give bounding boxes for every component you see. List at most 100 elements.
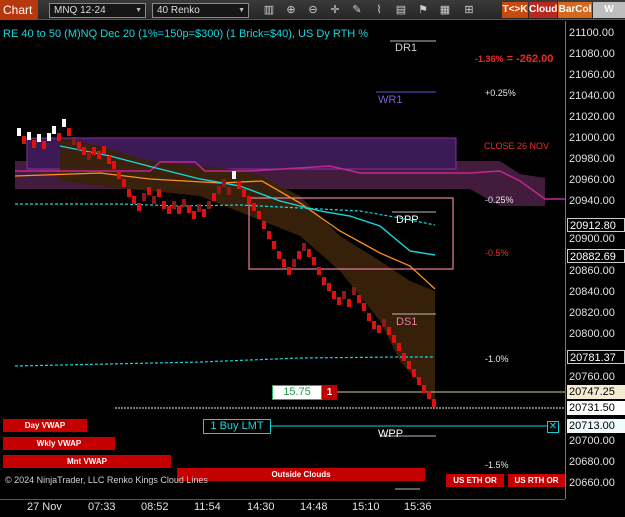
price-tick: 20800.00 [569, 328, 615, 340]
chart-header: RE 40 to 50 (M)NQ Dec 20 (1%=150p=$300) … [3, 28, 369, 40]
crosshair-icon[interactable]: ✛ [328, 3, 342, 17]
dpp-label: DPP [396, 214, 419, 226]
renko-brick [117, 171, 121, 179]
price-tick: 20960.00 [569, 174, 615, 186]
cyan-dashed-lower [14, 356, 435, 367]
buy-limit-order[interactable]: 1 Buy LMT [203, 419, 271, 434]
renko-brick [292, 259, 296, 267]
renko-brick [197, 204, 201, 212]
data-box-icon[interactable]: ▦ [438, 3, 452, 17]
renko-brick [402, 353, 406, 361]
pct-label-minus-05: -0.5% [485, 248, 509, 258]
price-tick: 20680.00 [569, 456, 615, 468]
close-label: CLOSE 26 NOV [484, 141, 550, 151]
order-count[interactable]: 1 [322, 385, 337, 400]
time-tick: 07:33 [88, 501, 116, 513]
tk-button[interactable]: T<>K [502, 2, 528, 18]
renko-brick [342, 291, 346, 299]
renko-brick [172, 201, 176, 209]
pct-label-plus-025: +0.25% [485, 88, 516, 98]
last-price-marker: 20731.50 [567, 401, 625, 415]
renko-brick [177, 206, 181, 214]
price-tick: 20980.00 [569, 153, 615, 165]
renko-brick [277, 251, 281, 259]
properties-icon[interactable]: ▤ [394, 3, 408, 17]
window-title: Chart [0, 0, 38, 20]
renko-brick [322, 277, 326, 285]
renko-brick [127, 189, 131, 197]
renko-brick [272, 241, 276, 249]
bar-type-value: 40 Renko [157, 5, 200, 16]
zoom-out-icon[interactable]: ⊖ [306, 3, 320, 17]
lock-icon[interactable]: ⊞ [462, 3, 476, 17]
mnt-vwap-button[interactable]: Mnt VWAP [3, 455, 171, 468]
renko-brick [192, 211, 196, 219]
renko-brick [37, 134, 41, 142]
renko-brick [392, 335, 396, 343]
pct-label-minus-025: -0.25% [485, 195, 514, 205]
renko-brick [52, 126, 56, 134]
renko-brick [337, 297, 341, 305]
chart-panel[interactable]: RE 40 to 50 (M)NQ Dec 20 (1%=150p=$300) … [0, 21, 565, 499]
renko-brick [112, 161, 116, 169]
cyan-dashed-line [15, 203, 436, 226]
price-axis[interactable]: 21100.00 21080.00 21060.00 21040.00 2102… [565, 21, 625, 499]
instrument-selector[interactable]: MNQ 12-24 ▼ [49, 3, 146, 18]
price-tick: 21020.00 [569, 111, 615, 123]
cloud-button[interactable]: Cloud [529, 2, 557, 18]
renko-brick [32, 140, 36, 148]
renko-brick [367, 313, 371, 321]
ds1-label: DS1 [396, 316, 418, 328]
price-tick: 21060.00 [569, 69, 615, 81]
renko-brick [147, 187, 151, 195]
renko-brick [282, 259, 286, 267]
bar-type-selector[interactable]: 40 Renko ▼ [152, 3, 249, 18]
renko-brick [137, 203, 141, 211]
renko-brick [247, 196, 251, 204]
draw-tools-icon[interactable]: ✎ [350, 3, 364, 17]
renko-brick [317, 267, 321, 275]
zoom-in-icon[interactable]: ⊕ [284, 3, 298, 17]
renko-brick [432, 399, 436, 407]
dr1-label: DR1 [395, 42, 418, 54]
price-tick: 20860.00 [569, 265, 615, 277]
renko-brick [397, 343, 401, 351]
us-rth-or-button[interactable]: US RTH OR [508, 474, 565, 487]
strategies-icon[interactable]: ⚑ [416, 3, 430, 17]
renko-brick [407, 361, 411, 369]
price-tick: 20900.00 [569, 233, 615, 245]
price-tick: 21100.00 [569, 27, 615, 39]
renko-brick [107, 156, 111, 164]
renko-brick [332, 291, 336, 299]
price-tick: 20940.00 [569, 195, 615, 207]
renko-brick [207, 201, 211, 209]
us-eth-or-button[interactable]: US ETH OR [446, 474, 504, 487]
shapes-icon[interactable]: ⌇ [372, 3, 386, 17]
time-tick: 14:30 [247, 501, 275, 513]
renko-brick [232, 171, 236, 179]
renko-brick [67, 128, 71, 136]
renko-brick [227, 187, 231, 195]
outside-clouds-button[interactable]: Outside Clouds [177, 468, 425, 481]
renko-brick [22, 136, 26, 144]
wkly-vwap-button[interactable]: Wkly VWAP [3, 437, 115, 450]
price-tick: 21040.00 [569, 90, 615, 102]
time-axis[interactable]: 27 Nov 07:33 08:52 11:54 14:30 14:48 15:… [0, 499, 565, 517]
chevron-down-icon: ▼ [135, 7, 142, 14]
renko-brick [92, 147, 96, 155]
renko-brick [57, 133, 61, 141]
bars-icon[interactable]: ▥ [262, 3, 276, 17]
renko-brick [27, 132, 31, 140]
chart-toolbar: Chart MNQ 12-24 ▼ 40 Renko ▼ ▥ ⊕ ⊖ ✛ ✎ ⌇… [0, 0, 625, 31]
renko-brick [82, 147, 86, 155]
renko-brick [182, 199, 186, 207]
pnl-display: -1.36% = -262.00 [475, 53, 554, 65]
renko-brick [47, 133, 51, 141]
day-vwap-button[interactable]: Day VWAP [3, 419, 87, 432]
order-quantity[interactable]: 15.75 [272, 385, 322, 400]
barcol-button[interactable]: BarCol [558, 2, 592, 18]
cancel-order-icon[interactable]: ✕ [547, 421, 559, 433]
renko-brick [17, 128, 21, 136]
vwap-button[interactable]: W VWA [593, 2, 625, 31]
renko-brick [362, 303, 366, 311]
